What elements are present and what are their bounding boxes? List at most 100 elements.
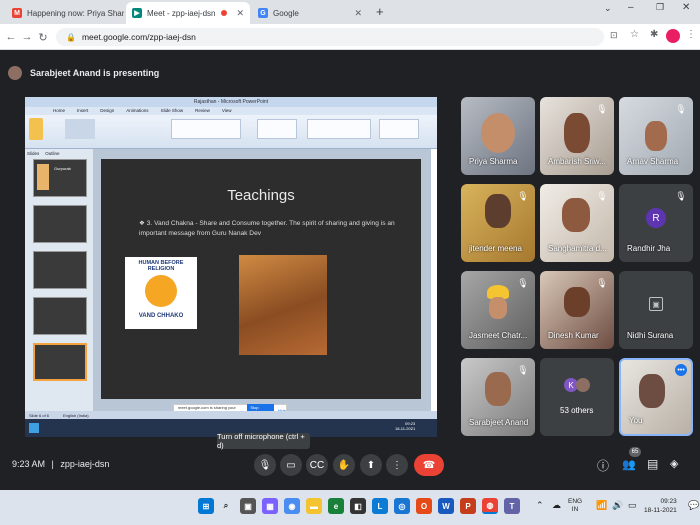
muted-mic-icon: 🎙 bbox=[596, 103, 608, 114]
slide-thumb-3[interactable] bbox=[33, 251, 87, 289]
muted-mic-icon: 🎙 bbox=[517, 364, 529, 375]
participant-count-badge: 65 bbox=[629, 447, 641, 457]
participant-video bbox=[645, 121, 667, 151]
chrome-icon[interactable]: ◍ bbox=[482, 498, 498, 514]
slide-thumb-4[interactable] bbox=[33, 297, 87, 335]
restore-icon[interactable]: ❐ bbox=[656, 2, 664, 13]
participant-tile[interactable]: 🎙 Arnav Sharma bbox=[619, 97, 693, 175]
file-explorer-icon[interactable]: ▬ bbox=[306, 498, 322, 514]
cloud-icon[interactable]: ☁ bbox=[552, 500, 561, 511]
ppt-ribbon-tabs: Home Insert Design Animations Slide Show… bbox=[25, 107, 437, 115]
reload-icon[interactable]: ↻ bbox=[34, 28, 52, 46]
profile-avatar[interactable] bbox=[666, 29, 680, 43]
more-options-button[interactable]: ⋮ bbox=[386, 454, 408, 476]
captions-button[interactable]: CC bbox=[306, 454, 328, 476]
participant-tile[interactable]: 🎙 Sarabjeet Anand bbox=[461, 358, 535, 436]
browser-tab-google[interactable]: G Google ✕ bbox=[252, 2, 368, 24]
participant-avatar: R bbox=[646, 208, 666, 228]
browser-tab-meet[interactable]: ▶ Meet - zpp-iaej-dsn ✕ bbox=[126, 2, 250, 24]
system-clock[interactable]: 09:23 18-11-2021 bbox=[644, 497, 677, 515]
language-indicator[interactable]: ENG IN bbox=[568, 498, 582, 514]
people-icon[interactable]: 👥 bbox=[622, 458, 636, 471]
chrome-menu-icon[interactable]: ⋮ bbox=[686, 29, 696, 40]
participant-tile[interactable]: ▣ Nidhi Surana bbox=[619, 271, 693, 349]
paragraph-group[interactable] bbox=[257, 119, 297, 139]
participant-video bbox=[564, 113, 590, 153]
inner-clock: 09:23 18-11-2021 bbox=[395, 421, 416, 431]
tab-search-icon[interactable]: ⌄ bbox=[604, 3, 612, 14]
battery-icon[interactable]: ▭ bbox=[628, 500, 637, 511]
camera-blocked-icon[interactable]: ⊡ bbox=[610, 30, 618, 41]
browser-tab-happening[interactable]: M Happening now: Priya Sharma is ✕ bbox=[6, 2, 124, 24]
drawing-group[interactable] bbox=[307, 119, 371, 139]
powerpoint-icon[interactable]: P bbox=[460, 498, 476, 514]
present-button[interactable]: ⬆ bbox=[360, 454, 382, 476]
minimize-icon[interactable]: – bbox=[628, 2, 634, 13]
store-icon[interactable]: ◧ bbox=[350, 498, 366, 514]
url-input[interactable]: 🔒 meet.google.com/zpp-iaej-dsn bbox=[56, 28, 604, 46]
muted-mic-icon: 🎙 bbox=[517, 190, 529, 201]
paste-icon[interactable] bbox=[29, 118, 43, 140]
new-slide-icon[interactable] bbox=[65, 119, 95, 139]
muted-mic-icon: 🎙 bbox=[596, 190, 608, 201]
participant-tile[interactable]: Priya Sharma bbox=[461, 97, 535, 175]
activities-icon[interactable]: ◈ bbox=[670, 457, 678, 470]
meet-icon: ▶ bbox=[132, 8, 142, 18]
more-options-icon[interactable]: ••• bbox=[675, 364, 687, 376]
end-call-button[interactable]: ☎ bbox=[414, 454, 444, 476]
camera-icon: ▭ bbox=[286, 459, 296, 471]
gmail-icon: M bbox=[12, 8, 22, 18]
wifi-icon[interactable]: 📶 bbox=[596, 500, 607, 511]
task-view-icon[interactable]: ▣ bbox=[240, 498, 256, 514]
search-icon[interactable]: ⌕ bbox=[218, 498, 234, 514]
lock-icon: 🔒 bbox=[66, 32, 76, 42]
slide-thumb-2[interactable] bbox=[33, 205, 87, 243]
close-tab-icon[interactable]: ✕ bbox=[350, 8, 362, 19]
ppt-ribbon bbox=[25, 115, 437, 149]
new-tab-icon[interactable]: + bbox=[376, 4, 384, 19]
participant-face bbox=[489, 297, 507, 319]
office-icon[interactable]: O bbox=[416, 498, 432, 514]
launcher-icon[interactable]: L bbox=[372, 498, 388, 514]
font-group[interactable] bbox=[171, 119, 241, 139]
camera-button[interactable]: ▭ bbox=[280, 454, 302, 476]
edge-icon[interactable]: e bbox=[328, 498, 344, 514]
participant-tile[interactable]: 🎙 Dinesh Kumar bbox=[540, 271, 614, 349]
raise-hand-button[interactable]: ✋ bbox=[333, 454, 355, 476]
bookmark-star-icon[interactable]: ☆ bbox=[630, 29, 639, 40]
tray-chevron-icon[interactable]: ⌃ bbox=[536, 500, 544, 511]
captions-icon: CC bbox=[309, 459, 325, 471]
teams-chat-icon[interactable]: ◉ bbox=[284, 498, 300, 514]
others-tile[interactable]: K 53 others bbox=[540, 358, 614, 436]
teams-icon[interactable]: T bbox=[504, 498, 520, 514]
muted-mic-icon: 🎙 bbox=[596, 277, 608, 288]
close-window-icon[interactable]: ✕ bbox=[682, 2, 690, 13]
widgets-icon[interactable]: ▦ bbox=[262, 498, 278, 514]
extensions-icon[interactable]: ✱ bbox=[650, 29, 658, 40]
participant-video bbox=[562, 198, 590, 232]
participant-tile[interactable]: R 🎙 Randhir Jha bbox=[619, 184, 693, 262]
participant-tile[interactable]: 🎙 Ambarish Sriw... bbox=[540, 97, 614, 175]
word-icon[interactable]: W bbox=[438, 498, 454, 514]
start-icon[interactable]: ⊞ bbox=[198, 498, 214, 514]
editing-group[interactable] bbox=[379, 119, 419, 139]
participant-tile[interactable]: 🎙 Jasmeet Chatr... bbox=[461, 271, 535, 349]
participant-video bbox=[481, 113, 515, 153]
meeting-details-icon[interactable]: ⓘ bbox=[597, 457, 609, 474]
microphone-button[interactable]: 🎙 bbox=[254, 454, 276, 476]
notifications-icon[interactable]: 💬 bbox=[688, 500, 699, 511]
slide-thumb-5[interactable] bbox=[33, 343, 87, 381]
muted-mic-icon: 🎙 bbox=[517, 277, 529, 288]
shared-screen[interactable]: Rajasthan - Microsoft PowerPoint Home In… bbox=[25, 97, 437, 437]
vand-chhako-logo: HUMAN BEFORE RELIGION VAND CHHAKO bbox=[125, 257, 197, 329]
self-view-tile[interactable]: ••• You bbox=[619, 358, 693, 436]
slide-thumb-1[interactable]: Gurpurab bbox=[33, 159, 87, 197]
participant-tile[interactable]: 🎙 jitender meena bbox=[461, 184, 535, 262]
recording-dot-icon bbox=[220, 10, 227, 16]
volume-icon[interactable]: 🔊 bbox=[612, 500, 623, 511]
app-icon[interactable]: ◎ bbox=[394, 498, 410, 514]
close-tab-icon[interactable]: ✕ bbox=[232, 8, 244, 19]
participant-video bbox=[485, 194, 511, 228]
chat-icon[interactable]: ▤ bbox=[647, 457, 658, 471]
participant-tile[interactable]: 🎙 Sanghamitra d... bbox=[540, 184, 614, 262]
